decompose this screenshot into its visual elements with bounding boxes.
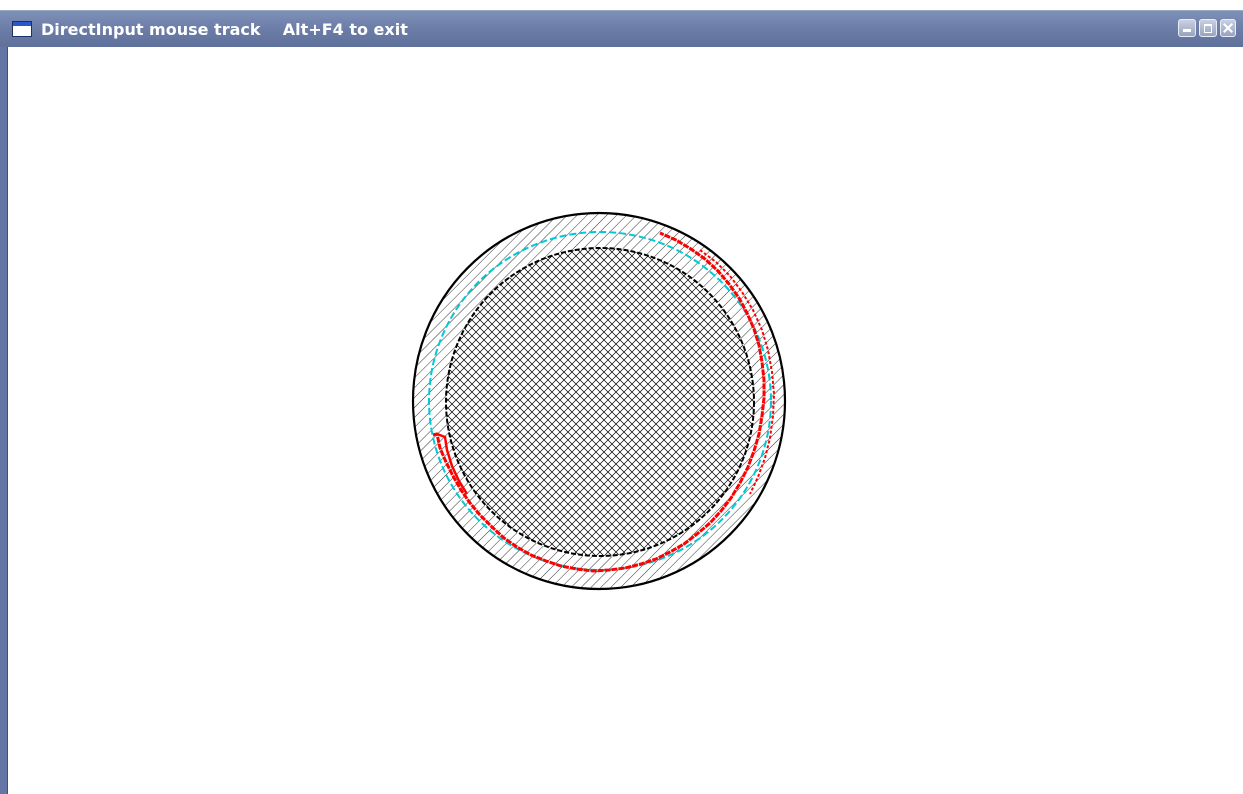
close-button[interactable] bbox=[1220, 19, 1236, 37]
maximize-button[interactable] bbox=[1199, 19, 1217, 37]
tracking-canvas[interactable] bbox=[8, 47, 1243, 794]
inner-disc bbox=[446, 248, 754, 556]
window-left-border bbox=[0, 47, 8, 794]
window-title: DirectInput mouse track Alt+F4 to exit bbox=[41, 20, 408, 39]
window-icon[interactable] bbox=[12, 21, 32, 37]
title-bar[interactable]: DirectInput mouse track Alt+F4 to exit bbox=[0, 10, 1243, 47]
app-window: DirectInput mouse track Alt+F4 to exit bbox=[0, 0, 1243, 794]
minimize-button[interactable] bbox=[1178, 19, 1196, 37]
